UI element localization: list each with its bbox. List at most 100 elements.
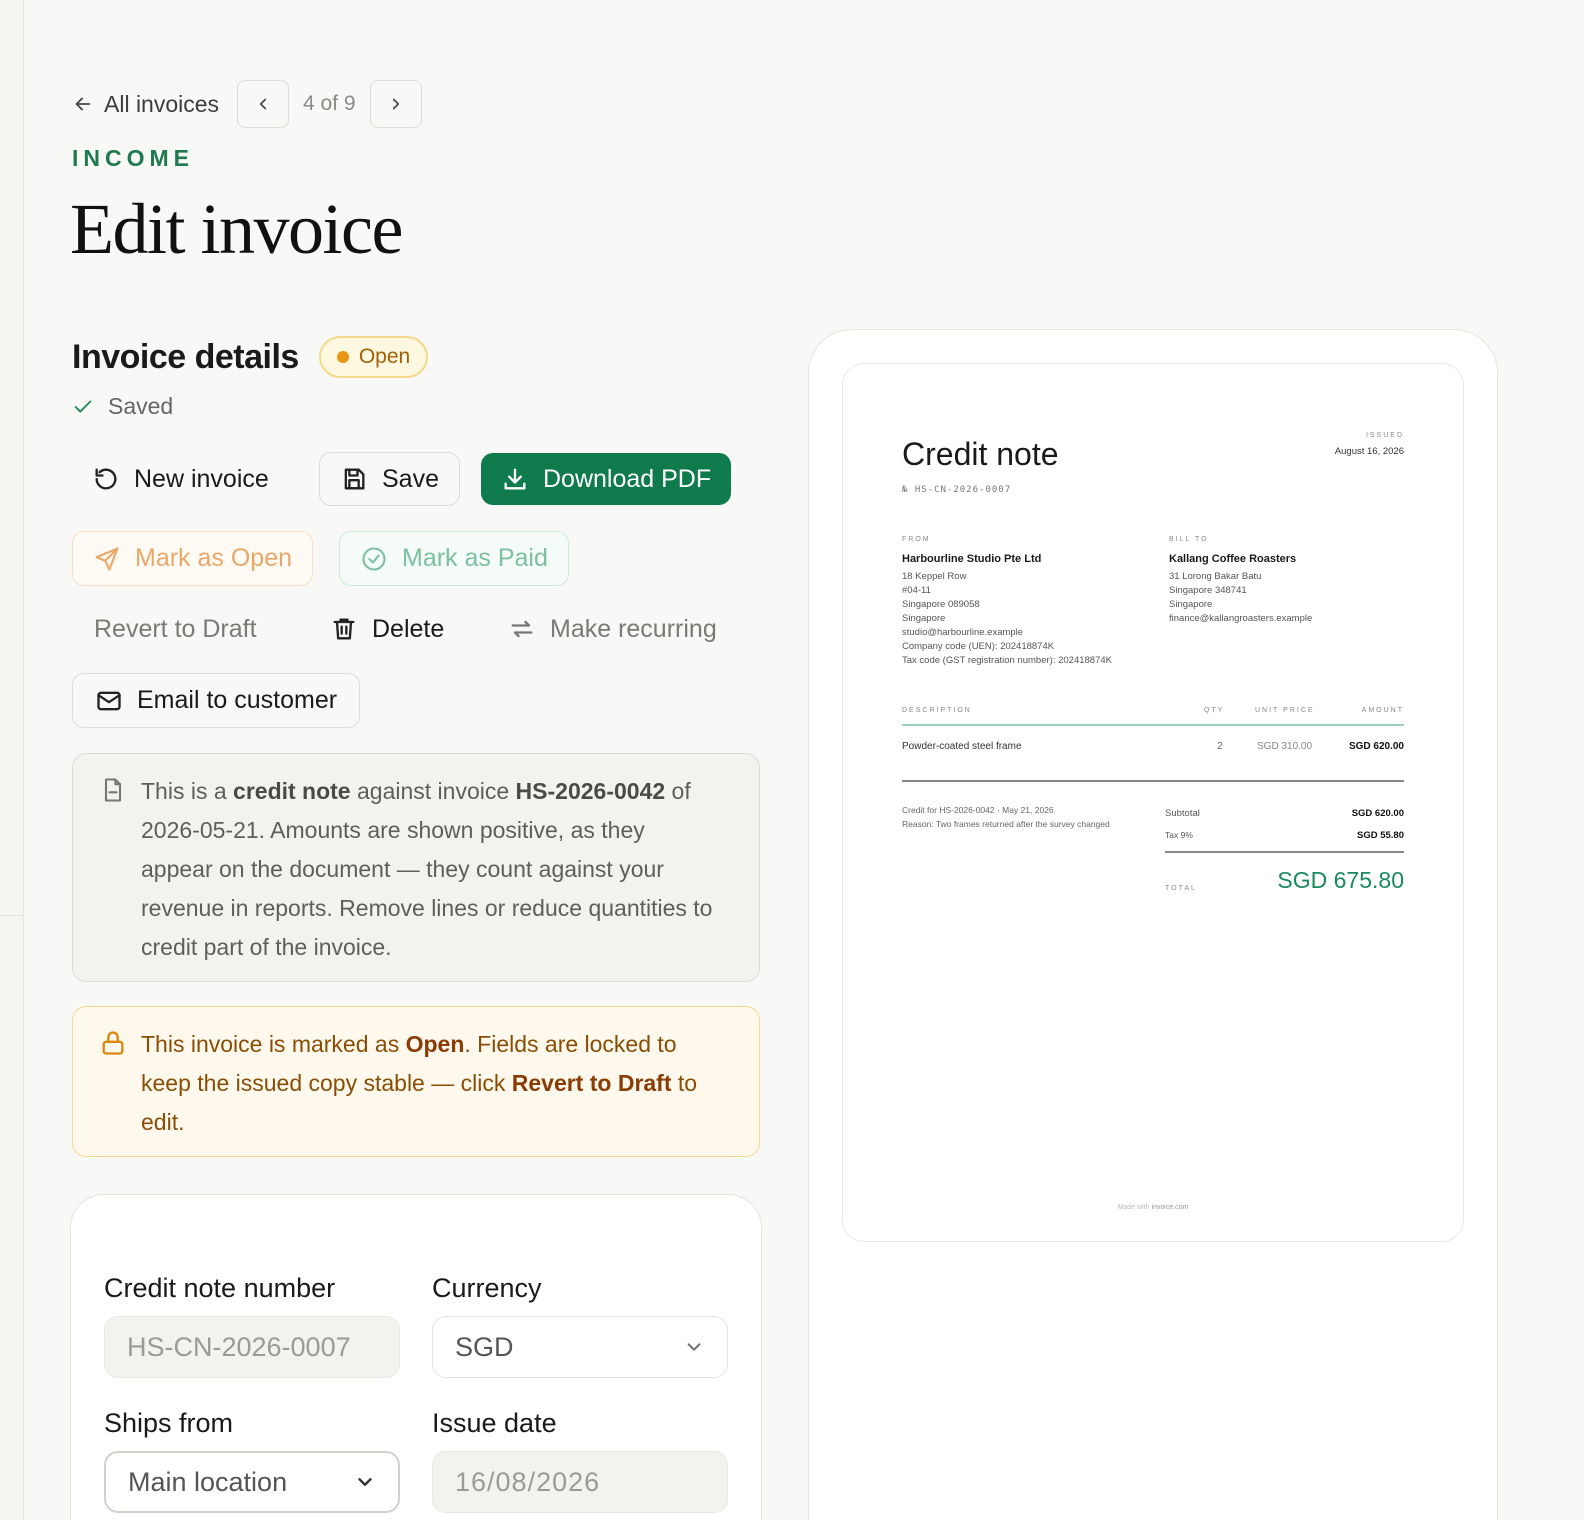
- credit-notice-invoice-ref: HS-2026-0042: [515, 778, 666, 804]
- doc-issued-label: ISSUED: [1365, 432, 1404, 439]
- locked-notice: This invoice is marked as Open. Fields a…: [72, 1006, 760, 1157]
- back-to-invoices-link[interactable]: All invoices: [72, 91, 219, 118]
- doc-item-description: Powder-coated steel frame: [902, 741, 1022, 752]
- doc-bill-to-line: finance@kallangroasters.example: [1169, 613, 1313, 624]
- doc-item-unit-price: SGD 310.00: [1257, 741, 1313, 752]
- doc-from-line: Company code (UEN): 202418874K: [902, 641, 1055, 652]
- currency-select[interactable]: SGD: [432, 1316, 728, 1378]
- doc-col-qty: QTY: [1204, 707, 1225, 714]
- doc-from-label: FROM: [902, 536, 931, 543]
- chevron-down-icon: [358, 1478, 372, 1486]
- status-badge: Open: [318, 336, 429, 378]
- back-link-label: All invoices: [104, 90, 220, 117]
- email-to-customer-button[interactable]: Email to customer: [72, 673, 361, 728]
- delete-button[interactable]: Delete: [310, 602, 464, 656]
- details-header: Invoice details Open: [72, 336, 429, 378]
- next-invoice-button[interactable]: [369, 80, 422, 128]
- ships-from-label: Ships from: [104, 1408, 234, 1438]
- section-eyebrow: INCOME: [72, 145, 194, 171]
- doc-total-amount: SGD 675.80: [1277, 867, 1404, 893]
- status-label: Open: [358, 345, 411, 368]
- doc-footer-brand: invoice.com: [1151, 1204, 1189, 1211]
- doc-bill-to-name: Kallang Coffee Roasters: [1169, 553, 1297, 565]
- mark-as-open-button[interactable]: Mark as Open: [72, 531, 314, 586]
- doc-from-line: Singapore: [902, 613, 946, 624]
- sidebar-divider: [0, 915, 24, 916]
- doc-items-rule: [902, 780, 1404, 782]
- saved-indicator: Saved: [72, 393, 173, 420]
- doc-credit-note-reference: Credit for HS-2026-0042 · May 21, 2026 R…: [902, 803, 1112, 831]
- doc-footer-prefix: Made with: [1117, 1204, 1152, 1211]
- previous-invoice-button[interactable]: [237, 80, 290, 128]
- credit-notice-bold-type: credit note: [233, 778, 351, 804]
- arrow-left-icon: [75, 97, 91, 111]
- email-label: Email to customer: [137, 686, 338, 714]
- check-icon: [74, 400, 92, 412]
- sidebar-edge: [0, 0, 24, 1520]
- doc-from-line: studio@harbourline.example: [902, 627, 1024, 638]
- mark-as-paid-label: Mark as Paid: [402, 544, 548, 572]
- save-icon: [344, 468, 365, 490]
- doc-col-unit-price: UNIT PRICE: [1255, 707, 1315, 714]
- doc-item-qty: 2: [1217, 741, 1223, 752]
- new-invoice-label: New invoice: [134, 464, 269, 493]
- lock-notice-text: This invoice is marked as: [141, 1031, 406, 1057]
- saved-label: Saved: [108, 393, 174, 419]
- lock-icon: [102, 1031, 124, 1055]
- document-icon: [104, 778, 122, 802]
- doc-from-name: Harbourline Studio Pte Ltd: [902, 553, 1042, 565]
- ships-from-value: Main location: [128, 1466, 288, 1497]
- send-icon: [95, 546, 119, 571]
- credit-note-document: Credit note № HS-CN-2026-0007 ISSUED Aug…: [842, 363, 1464, 1242]
- status-dot-icon: [336, 351, 349, 363]
- download-pdf-button[interactable]: Download PDF: [481, 453, 732, 505]
- ships-from-select[interactable]: Main location: [104, 1451, 400, 1513]
- doc-from-line: #04-11: [902, 585, 931, 596]
- mark-as-paid-button[interactable]: Mark as Paid: [339, 531, 569, 586]
- credit-notice-text: against invoice: [350, 778, 516, 804]
- make-recurring-label: Make recurring: [550, 614, 717, 643]
- check-circle-icon: [362, 546, 386, 571]
- doc-bill-to-line: Singapore: [1169, 599, 1213, 610]
- page-title: Edit invoice: [70, 189, 403, 269]
- pager-count: 4 of 9: [303, 92, 356, 115]
- doc-bill-to-address: Kallang Coffee Roasters 31 Lorong Bakar …: [1169, 552, 1312, 626]
- doc-item-amount: SGD 620.00: [1348, 741, 1404, 752]
- doc-from-line: Tax code (GST registration number): 2024…: [902, 655, 1112, 666]
- doc-number: № HS-CN-2026-0007: [902, 485, 1012, 495]
- credit-note-notice: This is a credit note against invoice HS…: [72, 753, 760, 982]
- issue-date-value: 16/08/2026: [455, 1466, 601, 1497]
- doc-footer: Made with invoice.com: [843, 1204, 1463, 1211]
- doc-totals-rule: [1165, 851, 1404, 853]
- mail-icon: [97, 691, 121, 710]
- revert-label: Revert to Draft: [94, 614, 257, 643]
- revert-to-draft-button[interactable]: Revert to Draft: [72, 602, 279, 656]
- doc-col-description: DESCRIPTION: [902, 707, 972, 714]
- download-icon: [504, 468, 526, 490]
- refresh-icon: [95, 468, 117, 490]
- credit-notice-text: This is a: [141, 778, 234, 804]
- top-nav: All invoices 4 of 9: [72, 80, 422, 128]
- lock-notice-action: Revert to Draft: [511, 1070, 672, 1096]
- doc-header-rule: [902, 724, 1404, 726]
- doc-from-line: Singapore 089058: [902, 599, 980, 610]
- doc-credit-for: Credit for HS-2026-0042 · May 21, 2026: [902, 805, 1054, 815]
- credit-note-number-field[interactable]: HS-CN-2026-0007: [104, 1316, 400, 1378]
- save-button[interactable]: Save: [319, 452, 460, 506]
- make-recurring-button[interactable]: Make recurring: [488, 602, 737, 656]
- issue-date-field[interactable]: 16/08/2026: [432, 1451, 728, 1513]
- doc-subtotal-label: Subtotal: [1165, 808, 1200, 819]
- doc-title: Credit note: [902, 436, 1059, 472]
- currency-value: SGD: [455, 1331, 514, 1362]
- chevron-down-icon: [687, 1343, 701, 1351]
- doc-bill-to-line: Singapore 348741: [1169, 585, 1247, 596]
- new-invoice-button[interactable]: New invoice: [72, 452, 289, 506]
- doc-credit-reason: Reason: Two frames returned after the su…: [902, 819, 1110, 829]
- lock-notice-status: Open: [405, 1031, 465, 1057]
- doc-from-line: 18 Keppel Row: [902, 571, 967, 582]
- doc-total-label: TOTAL: [1165, 885, 1197, 892]
- doc-tax-label: Tax 9%: [1165, 830, 1193, 840]
- mark-as-open-label: Mark as Open: [135, 544, 293, 572]
- credit-note-number-label: Credit note number: [104, 1273, 336, 1303]
- doc-col-amount: AMOUNT: [1361, 707, 1404, 714]
